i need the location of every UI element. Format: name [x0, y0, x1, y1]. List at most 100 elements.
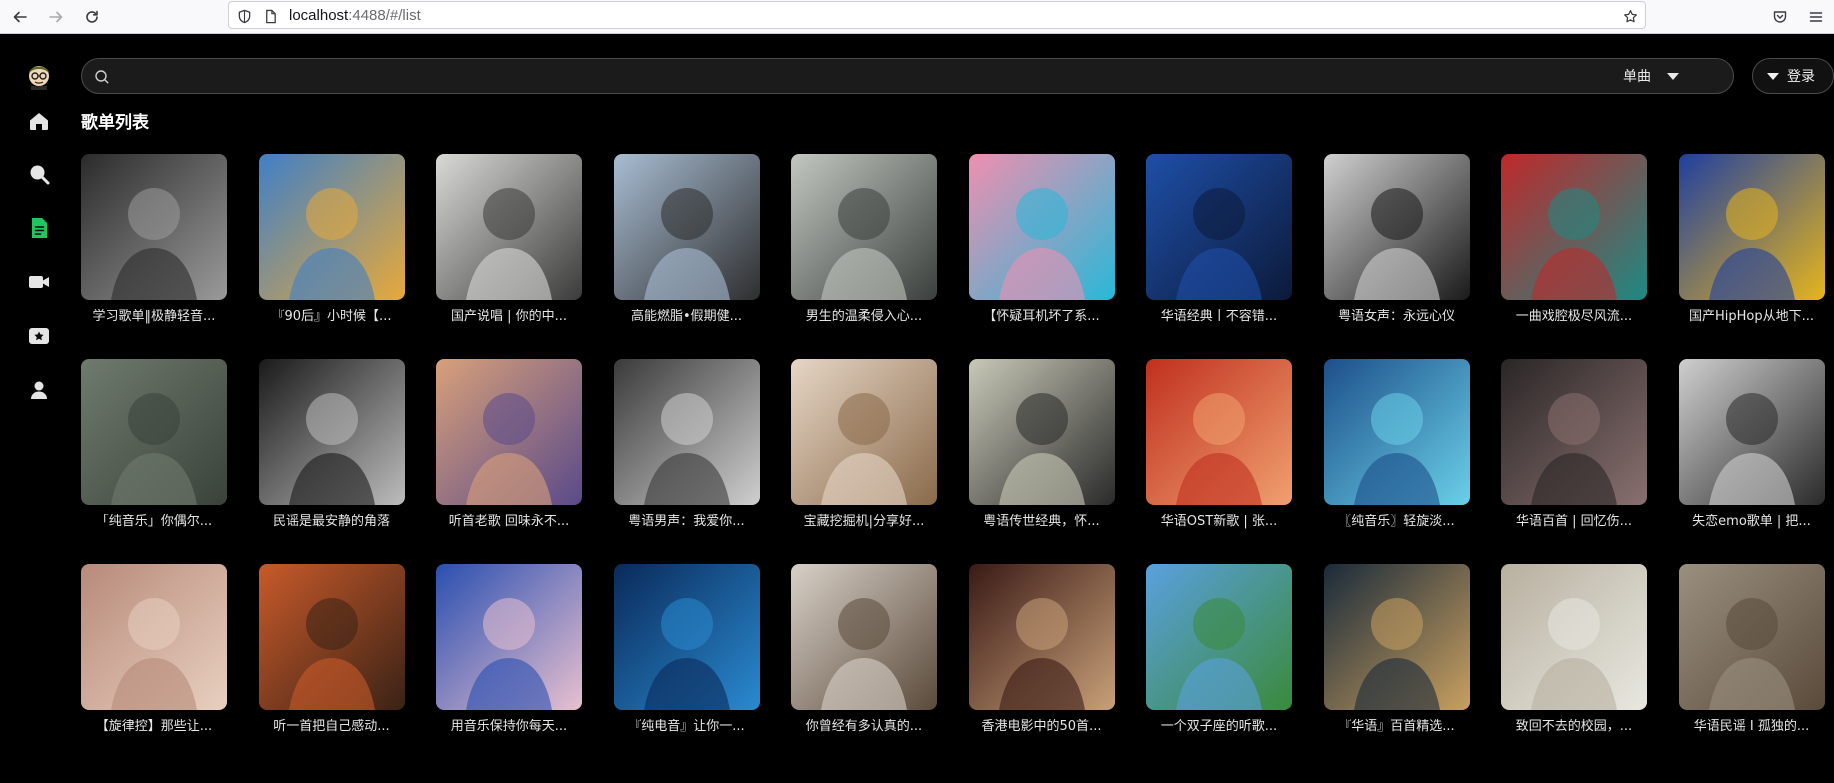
playlist-card[interactable]: 粤语男声：我爱你... — [613, 359, 760, 530]
page-icon[interactable] — [261, 7, 279, 25]
playlist-cover[interactable] — [1501, 359, 1647, 505]
playlist-cover[interactable] — [258, 564, 405, 710]
playlist-title[interactable]: 华语民谣 I 孤独的... — [1679, 719, 1825, 735]
playlist-card[interactable]: 国产说唱 | 你的中... — [436, 154, 582, 325]
playlist-title[interactable]: 【旋律控】那些让... — [81, 719, 227, 735]
playlist-title[interactable]: 粤语传世经典，怀... — [969, 514, 1115, 530]
playlist-card[interactable]: 香港电影中的50首... — [968, 564, 1115, 735]
playlist-card[interactable]: 华语百首 | 回忆伤... — [1501, 359, 1647, 530]
address-bar[interactable]: localhost:4488/#/list — [228, 1, 1646, 29]
playlist-cover[interactable] — [1501, 154, 1647, 300]
playlist-cover[interactable] — [81, 154, 227, 300]
playlist-title[interactable]: 『90后』小时候【... — [259, 309, 405, 325]
playlist-cover[interactable] — [81, 359, 227, 505]
playlist-cover[interactable] — [968, 359, 1115, 505]
playlist-title[interactable]: 华语经典丨不容错... — [1146, 309, 1292, 325]
playlist-cover[interactable] — [81, 564, 227, 710]
search-input[interactable] — [120, 63, 1704, 91]
playlist-cover[interactable] — [791, 359, 937, 505]
playlist-card[interactable]: 高能燃脂•假期健... — [613, 154, 760, 325]
playlist-cover[interactable] — [1146, 359, 1292, 505]
playlist-cover[interactable] — [613, 359, 760, 505]
playlist-title[interactable]: 听一首把自己感动... — [259, 719, 405, 735]
playlist-title[interactable]: 学习歌单‖极静轻音... — [81, 309, 227, 325]
playlist-cover[interactable] — [613, 564, 760, 710]
sidebar-item-favorites[interactable] — [25, 322, 53, 350]
playlist-cover[interactable] — [258, 154, 405, 300]
login-button[interactable]: 登录 — [1752, 58, 1834, 94]
playlist-card[interactable]: 用音乐保持你每天... — [436, 564, 582, 735]
playlist-card[interactable]: 一个双子座的听歌... — [1146, 564, 1292, 735]
playlist-card[interactable]: 『纯电音』让你一... — [613, 564, 760, 735]
menu-button[interactable] — [1804, 5, 1828, 29]
app-avatar[interactable] — [24, 60, 54, 90]
playlist-cover[interactable] — [258, 359, 405, 505]
playlist-card[interactable]: 学习歌单‖极静轻音... — [81, 154, 227, 325]
bookmark-star-icon[interactable] — [1621, 7, 1639, 25]
playlist-card[interactable]: 失恋emo歌单 | 把... — [1678, 359, 1825, 530]
playlist-title[interactable]: 致回不去的校园，... — [1501, 719, 1647, 735]
search-type-select[interactable]: 单曲 — [1623, 59, 1713, 93]
back-button[interactable] — [8, 5, 32, 29]
playlist-cover[interactable] — [1146, 564, 1292, 710]
url-text[interactable]: localhost:4488/#/list — [289, 7, 421, 25]
sidebar-item-user[interactable] — [25, 376, 53, 404]
playlist-cover[interactable] — [1678, 359, 1825, 505]
playlist-card[interactable]: 听一首把自己感动... — [258, 564, 405, 735]
playlist-cover[interactable] — [791, 564, 937, 710]
playlist-title[interactable]: 一个双子座的听歌... — [1146, 719, 1292, 735]
playlist-title[interactable]: 用音乐保持你每天... — [436, 719, 582, 735]
playlist-cover[interactable] — [613, 154, 760, 300]
playlist-title[interactable]: 「纯音乐」你偶尔... — [81, 514, 227, 530]
playlist-cover[interactable] — [1323, 564, 1470, 710]
playlist-title[interactable]: 高能燃脂•假期健... — [614, 309, 760, 325]
playlist-card[interactable]: 一曲戏腔极尽风流... — [1501, 154, 1647, 325]
playlist-card[interactable]: 宝藏挖掘机|分享好... — [791, 359, 937, 530]
sidebar-item-playlist[interactable] — [25, 214, 53, 242]
reload-button[interactable] — [80, 5, 104, 29]
playlist-title[interactable]: 香港电影中的50首... — [969, 719, 1115, 735]
playlist-card[interactable]: 【旋律控】那些让... — [81, 564, 227, 735]
playlist-cover[interactable] — [1323, 359, 1470, 505]
playlist-card[interactable]: 华语OST新歌 | 张... — [1146, 359, 1292, 530]
playlist-cover[interactable] — [1678, 564, 1825, 710]
playlist-cover[interactable] — [791, 154, 937, 300]
playlist-title[interactable]: 失恋emo歌单 | 把... — [1679, 514, 1825, 530]
playlist-card[interactable]: 粤语女声：永远心仪 — [1323, 154, 1470, 325]
playlist-card[interactable]: 民谣是最安静的角落 — [258, 359, 405, 530]
playlist-card[interactable]: 致回不去的校园，... — [1501, 564, 1647, 735]
playlist-title[interactable]: 『纯电音』让你一... — [614, 719, 760, 735]
playlist-card[interactable]: 粤语传世经典，怀... — [968, 359, 1115, 530]
playlist-title[interactable]: 国产HipHop从地下... — [1679, 309, 1825, 325]
playlist-cover[interactable] — [1323, 154, 1470, 300]
sidebar-item-search[interactable] — [25, 160, 53, 188]
playlist-card[interactable]: 华语民谣 I 孤独的... — [1678, 564, 1825, 735]
playlist-title[interactable]: 宝藏挖掘机|分享好... — [791, 514, 937, 530]
playlist-cover[interactable] — [968, 154, 1115, 300]
shield-icon[interactable] — [235, 7, 253, 25]
playlist-title[interactable]: 华语百首 | 回忆伤... — [1501, 514, 1647, 530]
sidebar-item-video[interactable] — [25, 268, 53, 296]
playlist-title[interactable]: 【怀疑耳机坏了系... — [969, 309, 1115, 325]
playlist-card[interactable]: 「纯音乐」你偶尔... — [81, 359, 227, 530]
playlist-card[interactable]: 听首老歌 回味永不... — [436, 359, 582, 530]
playlist-title[interactable]: 男生的温柔侵入心... — [791, 309, 937, 325]
playlist-cover[interactable] — [436, 359, 582, 505]
forward-button[interactable] — [44, 5, 68, 29]
playlist-cover[interactable] — [1501, 564, 1647, 710]
playlist-title[interactable]: 『华语』百首精选... — [1324, 719, 1470, 735]
playlist-title[interactable]: 华语OST新歌 | 张... — [1146, 514, 1292, 530]
playlist-cover[interactable] — [1678, 154, 1825, 300]
playlist-card[interactable]: 『华语』百首精选... — [1323, 564, 1470, 735]
playlist-cover[interactable] — [968, 564, 1115, 710]
playlist-title[interactable]: 粤语男声：我爱你... — [614, 514, 760, 530]
playlist-title[interactable]: 〖纯音乐〗轻旋淡... — [1324, 514, 1470, 530]
playlist-cover[interactable] — [436, 154, 582, 300]
playlist-card[interactable]: 华语经典丨不容错... — [1146, 154, 1292, 325]
playlist-title[interactable]: 听首老歌 回味永不... — [436, 514, 582, 530]
pocket-button[interactable] — [1768, 5, 1792, 29]
playlist-title[interactable]: 国产说唱 | 你的中... — [436, 309, 582, 325]
playlist-cover[interactable] — [1146, 154, 1292, 300]
playlist-title[interactable]: 你曾经有多认真的... — [791, 719, 937, 735]
playlist-card[interactable]: 你曾经有多认真的... — [791, 564, 937, 735]
